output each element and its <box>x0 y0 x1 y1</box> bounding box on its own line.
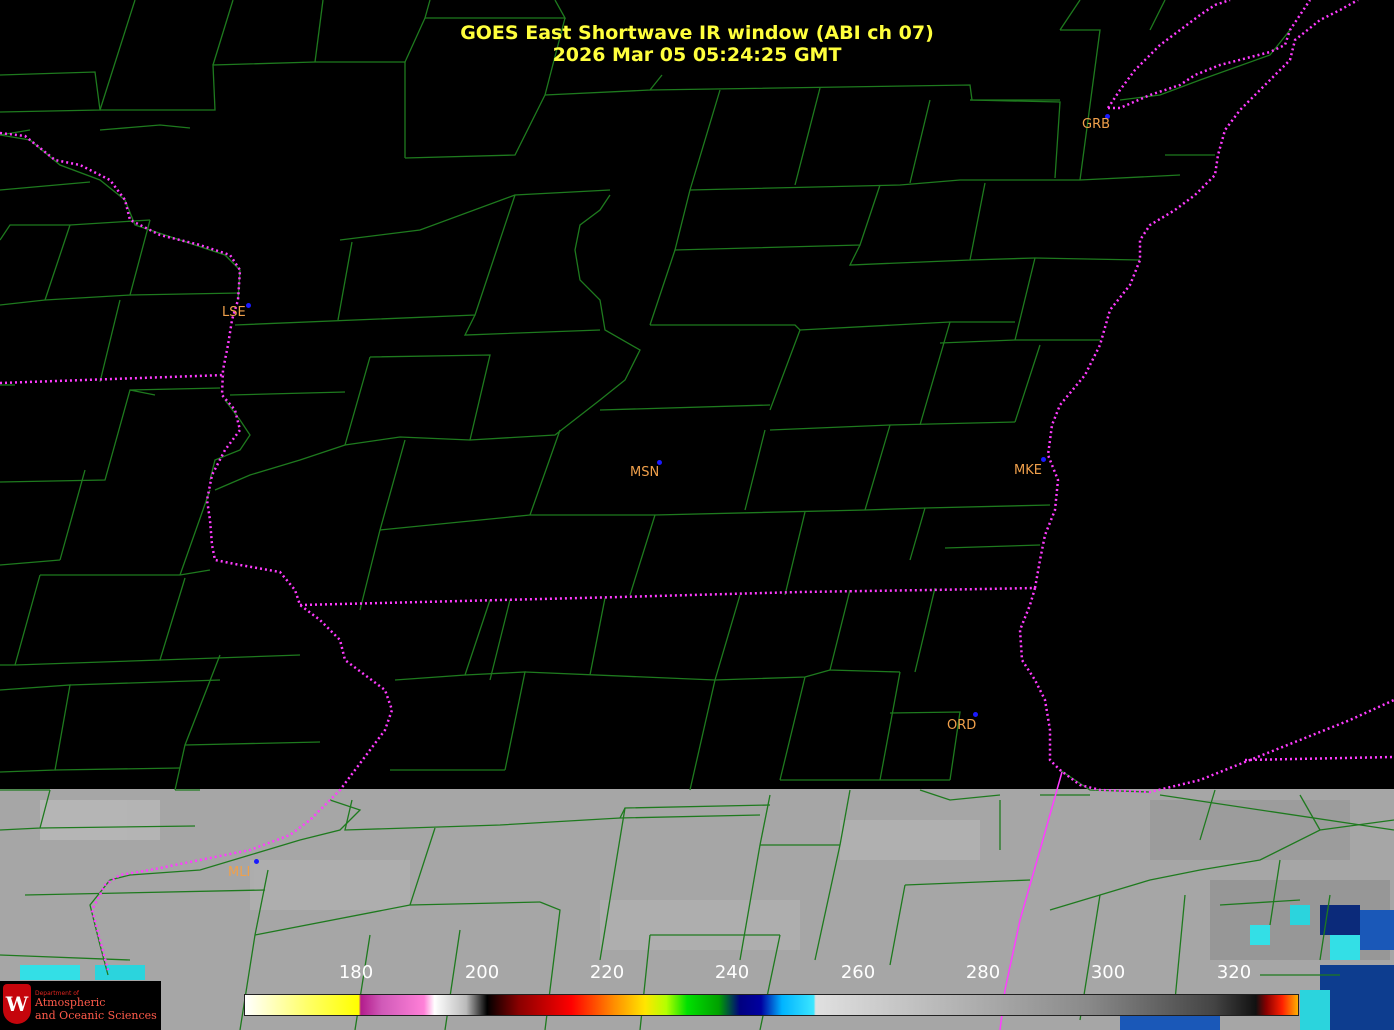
colorbar-tick-260: 260 <box>840 962 876 983</box>
station-label-msn: MSN <box>630 465 660 480</box>
station-dot-ord <box>973 712 978 717</box>
aos-logo: W Department of Atmospheric and Oceanic … <box>0 981 161 1030</box>
station-dot-mli <box>254 859 259 864</box>
colorbar-tick-180: 180 <box>338 962 374 983</box>
colorbar-tick-280: 280 <box>965 962 1001 983</box>
colorbar-tick-300: 300 <box>1090 962 1126 983</box>
logo-line2: and Oceanic Sciences <box>35 1009 157 1022</box>
station-label-mke: MKE <box>1014 463 1042 478</box>
colorbar-tick-240: 240 <box>714 962 750 983</box>
station-dot-mke <box>1041 457 1046 462</box>
satellite-map <box>0 0 1394 1030</box>
station-dot-lse <box>246 303 251 308</box>
logo-line1: Atmospheric <box>35 996 106 1009</box>
station-label-ord: ORD <box>947 718 977 733</box>
station-label-mli: MLI <box>228 865 251 880</box>
station-label-lse: LSE <box>222 305 246 320</box>
temperature-colorbar <box>244 994 1299 1016</box>
colorbar-tick-200: 200 <box>464 962 500 983</box>
station-label-grb: GRB <box>1082 117 1111 132</box>
title-line2: 2026 Mar 05 05:24:25 GMT <box>552 44 842 66</box>
colorbar-tick-220: 220 <box>589 962 625 983</box>
title-line1: GOES East Shortwave IR window (ABI ch 07… <box>460 22 934 44</box>
colorbar-tick-320: 320 <box>1216 962 1252 983</box>
uw-crest-icon: W <box>3 984 31 1024</box>
